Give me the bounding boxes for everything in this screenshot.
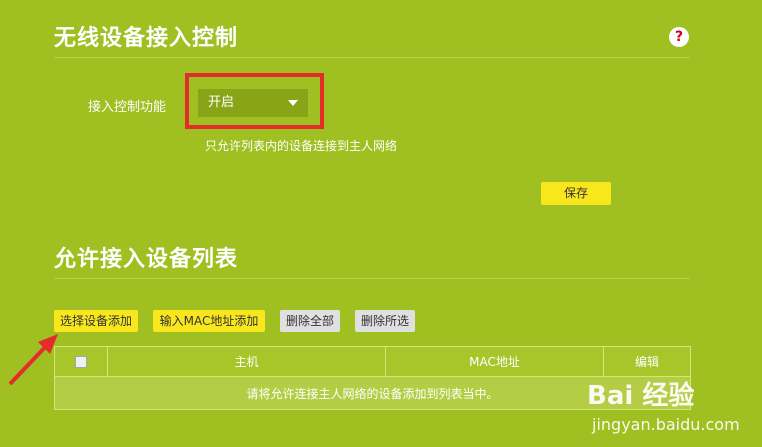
select-all-checkbox[interactable] bbox=[75, 356, 87, 368]
access-control-value: 开启 bbox=[208, 95, 235, 110]
delete-selected-button[interactable]: 删除所选 bbox=[355, 310, 415, 332]
column-header-host: 主机 bbox=[107, 346, 386, 377]
mac-add-button[interactable]: 输入MAC地址添加 bbox=[153, 310, 265, 332]
baidu-watermark: Bai 经验 jingyan.baidu.com bbox=[587, 375, 757, 445]
access-control-label: 接入控制功能 bbox=[88, 100, 167, 115]
annotation-arrow-icon bbox=[8, 334, 58, 386]
section-divider bbox=[54, 57, 690, 58]
access-hint-text: 只允许列表内的设备连接到主人网络 bbox=[205, 139, 398, 153]
save-button[interactable]: 保存 bbox=[541, 182, 611, 205]
help-icon[interactable]: ? bbox=[669, 27, 689, 47]
table-header-row: 主机 MAC地址 编辑 bbox=[54, 346, 691, 377]
section-divider bbox=[54, 278, 690, 279]
watermark-brand: Bai 经验 bbox=[587, 381, 695, 411]
column-header-edit: 编辑 bbox=[603, 346, 691, 377]
delete-all-button[interactable]: 删除全部 bbox=[280, 310, 340, 332]
watermark-url: jingyan.baidu.com bbox=[592, 415, 740, 434]
access-control-select[interactable]: 开启 bbox=[198, 89, 308, 117]
page-title: 无线设备接入控制 bbox=[54, 26, 239, 51]
device-list-title: 允许接入设备列表 bbox=[54, 247, 239, 272]
column-header-mac: MAC地址 bbox=[385, 346, 604, 377]
chevron-down-icon bbox=[288, 100, 298, 106]
select-device-add-button[interactable]: 选择设备添加 bbox=[54, 310, 138, 332]
